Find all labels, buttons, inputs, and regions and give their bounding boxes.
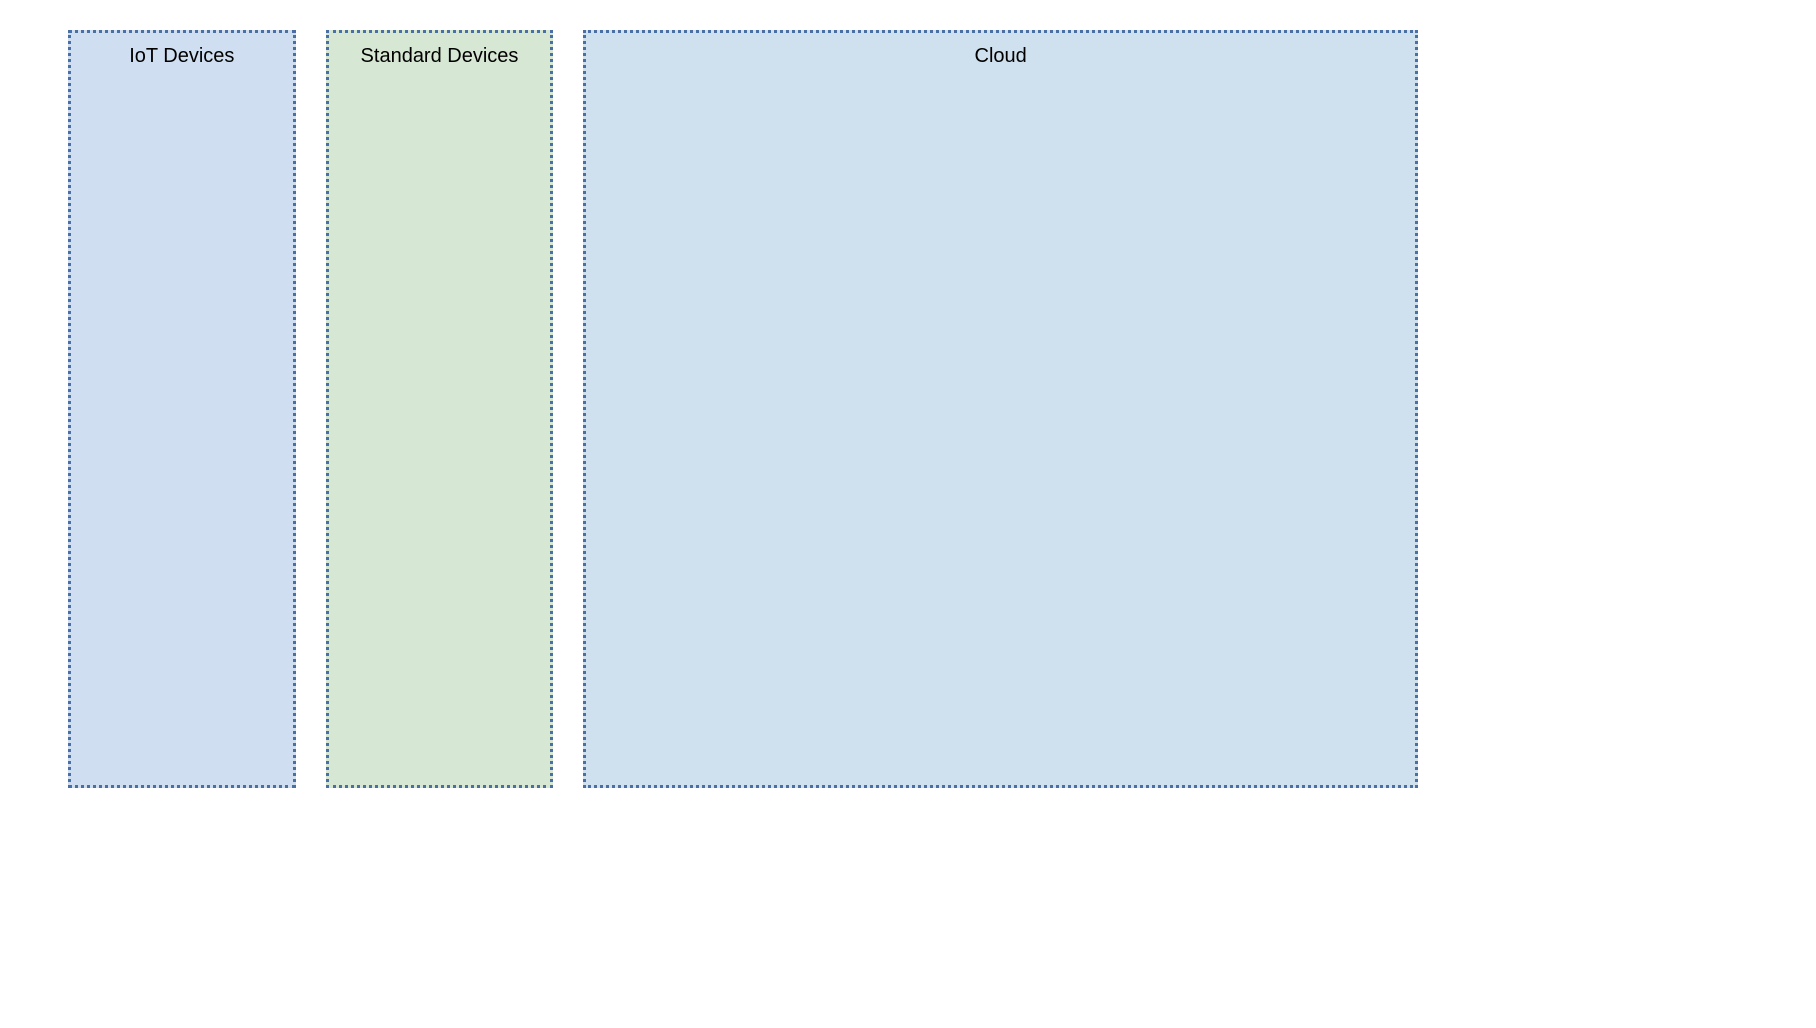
diagram-container: IoT Devices Standard Devices Cloud <box>68 30 1418 788</box>
panel-standard-devices: Standard Devices <box>326 30 554 788</box>
panel-iot-devices: IoT Devices <box>68 30 296 788</box>
panel-cloud: Cloud <box>583 30 1418 788</box>
panel-title-cloud: Cloud <box>586 45 1415 68</box>
panel-title-iot: IoT Devices <box>71 45 293 68</box>
panel-title-standard: Standard Devices <box>329 45 551 68</box>
